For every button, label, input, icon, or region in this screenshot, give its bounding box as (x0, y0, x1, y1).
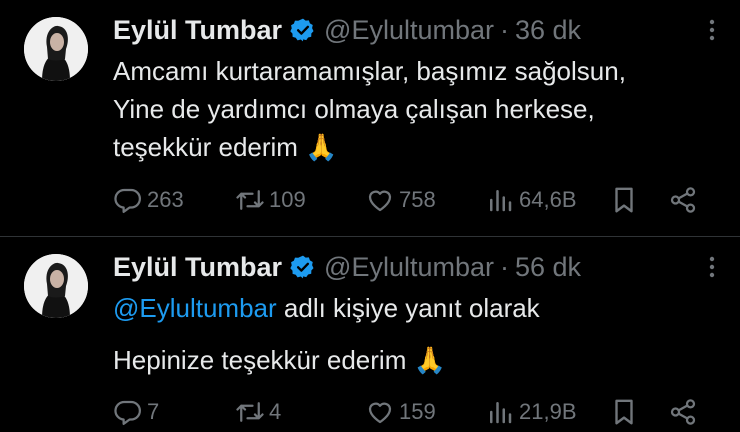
reply-count: 263 (147, 187, 184, 212)
timestamp[interactable]: 56 dk (515, 252, 581, 283)
share-button[interactable] (668, 397, 698, 427)
tweet-header: Eylül Tumbar @Eylultumbar · 36 dk (113, 14, 581, 46)
tweet-2[interactable]: Eylül Tumbar @Eylultumbar · 56 dk @Eylul… (0, 237, 740, 425)
views-count: 64,6B (519, 187, 577, 212)
verified-badge-icon (290, 18, 314, 42)
retweet-button[interactable]: 109 (235, 185, 306, 215)
tweet-line: Hepinize teşekkür ederim 🙏 (113, 345, 446, 375)
bookmark-button[interactable] (609, 185, 639, 215)
reply-mention-link[interactable]: @Eylultumbar (113, 293, 277, 323)
tweet-line: Yine de yardımcı olmaya çalışan herkese, (113, 94, 595, 124)
retweet-button[interactable]: 4 (235, 397, 281, 427)
views-icon (490, 402, 512, 424)
reply-suffix: adlı kişiye yanıt olarak (276, 293, 540, 323)
like-count: 159 (399, 399, 436, 424)
share-button[interactable] (668, 185, 698, 215)
tweet-1[interactable]: Eylül Tumbar @Eylultumbar · 36 dk Amcamı… (0, 0, 740, 236)
retweet-icon (236, 190, 264, 210)
like-icon (368, 402, 392, 424)
reply-count: 7 (147, 399, 160, 424)
reply-icon (114, 188, 141, 213)
author-handle[interactable]: @Eylultumbar (324, 15, 494, 46)
like-count: 758 (399, 187, 436, 212)
tweet-text: @Eylultumbar adlı kişiye yanıt olarak He… (113, 289, 723, 379)
reply-button[interactable]: 263 (113, 185, 184, 215)
tweet-line: Amcamı kurtaramamışlar, başımız sağolsun… (113, 56, 626, 86)
more-icon[interactable] (700, 255, 724, 279)
tweet-line: teşekkür ederim 🙏 (113, 132, 338, 162)
avatar[interactable] (24, 17, 88, 81)
bookmark-icon (615, 187, 633, 213)
reply-icon (114, 400, 141, 425)
more-icon[interactable] (700, 18, 724, 42)
separator: · (500, 251, 509, 282)
tweet-text: Amcamı kurtaramamışlar, başımız sağolsun… (113, 52, 723, 166)
views-button[interactable]: 64,6B (485, 185, 577, 215)
like-icon (368, 190, 392, 212)
bookmark-button[interactable] (609, 397, 639, 427)
share-icon (670, 399, 696, 425)
timestamp[interactable]: 36 dk (515, 15, 581, 46)
avatar[interactable] (24, 254, 88, 318)
tweet-header: Eylül Tumbar @Eylultumbar · 56 dk (113, 251, 581, 283)
separator: · (500, 14, 509, 45)
share-icon (670, 187, 696, 213)
like-button[interactable]: 159 (365, 397, 436, 427)
author-handle[interactable]: @Eylultumbar (324, 252, 494, 283)
retweet-count: 109 (269, 187, 306, 212)
views-count: 21,9B (519, 399, 577, 424)
reply-button[interactable]: 7 (113, 397, 159, 427)
retweet-count: 4 (269, 399, 282, 424)
verified-badge-icon (290, 255, 314, 279)
tweet-actions: 7 4 159 21,9B (113, 392, 713, 432)
reply-context: @Eylultumbar adlı kişiye yanıt olarak (113, 289, 723, 327)
author-name[interactable]: Eylül Tumbar (113, 15, 282, 46)
author-name[interactable]: Eylül Tumbar (113, 252, 282, 283)
like-button[interactable]: 758 (365, 185, 436, 215)
retweet-icon (236, 402, 264, 422)
views-button[interactable]: 21,9B (485, 397, 577, 427)
bookmark-icon (615, 399, 633, 425)
views-icon (490, 190, 512, 212)
tweet-actions: 263 109 758 64,6B (113, 180, 713, 220)
